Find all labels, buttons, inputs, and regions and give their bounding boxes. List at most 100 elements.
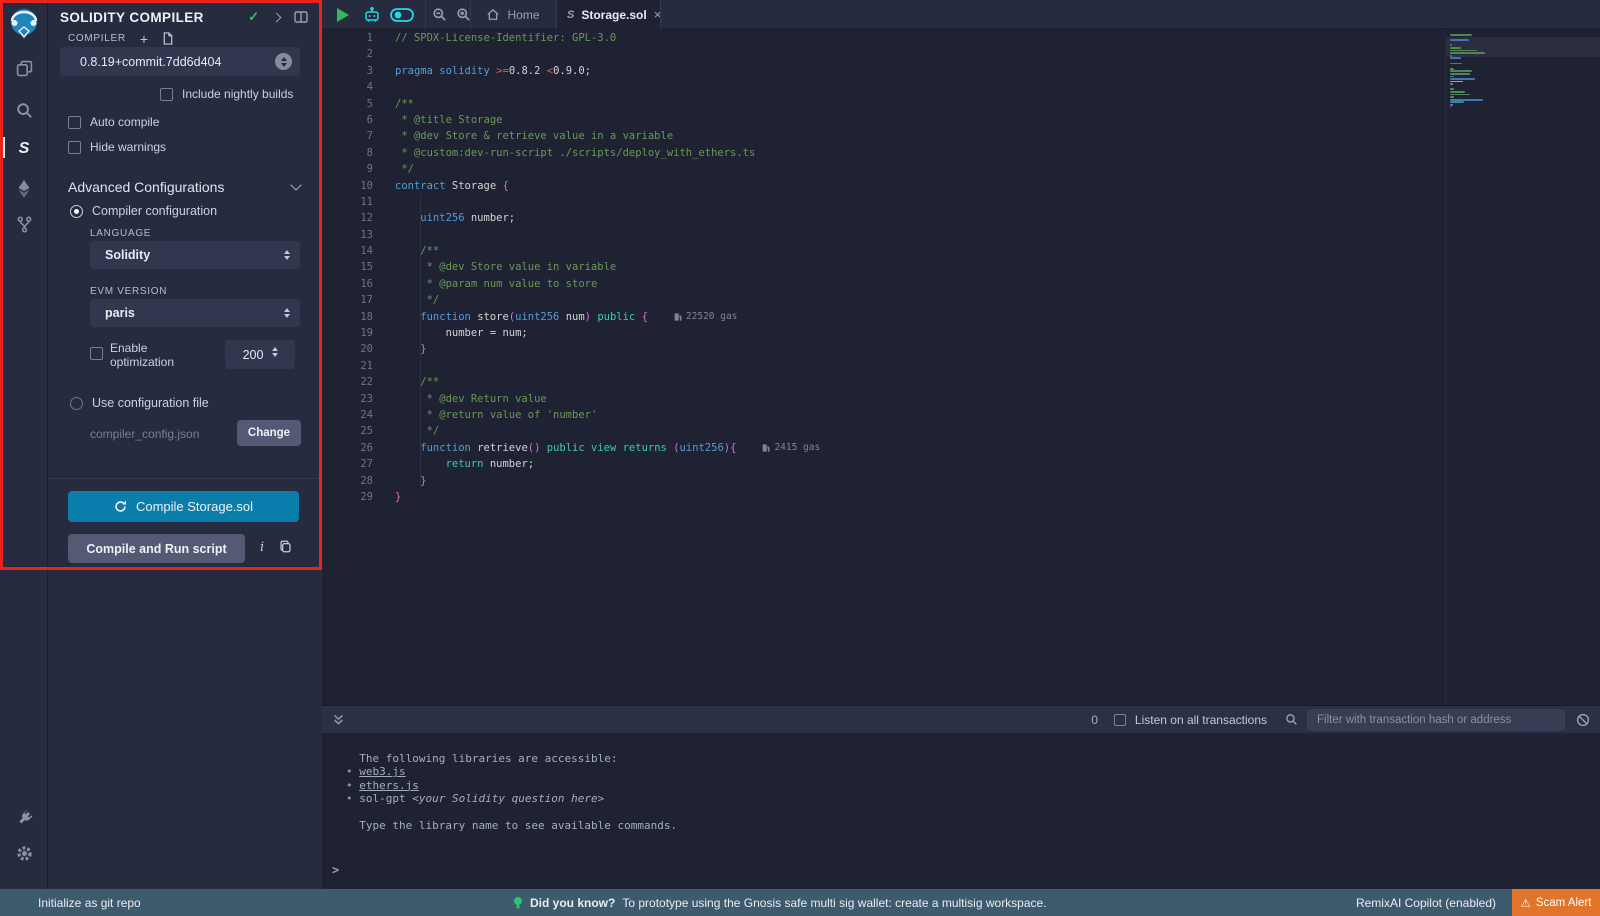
code-line[interactable]: */ — [395, 292, 1440, 308]
panel-header: SOLIDITY COMPILER ✓ — [60, 6, 308, 28]
enable-optimization-label: Enable optimization — [110, 341, 205, 369]
auto-compile-checkbox[interactable] — [68, 116, 81, 129]
compiler-version-select[interactable]: 0.8.19+commit.7dd6d404 — [60, 47, 300, 76]
git-icon[interactable] — [0, 211, 48, 237]
remix-logo[interactable] — [8, 7, 40, 39]
info-icon[interactable]: i — [260, 540, 264, 555]
code-line[interactable] — [395, 46, 1440, 62]
code-line[interactable]: * @return value of 'number' — [395, 407, 1440, 423]
code-line[interactable]: */ — [395, 161, 1440, 177]
minimap-line — [1450, 91, 1465, 93]
code-line[interactable]: * @param num value to store — [395, 276, 1440, 292]
change-config-button[interactable]: Change — [237, 420, 301, 446]
plugin-manager-icon[interactable] — [0, 804, 48, 830]
terminal-line: • web3.js — [346, 765, 1600, 778]
line-number: 12 — [322, 210, 373, 226]
code-line[interactable]: /** — [395, 96, 1440, 112]
code-line[interactable]: function retrieve() public view returns … — [395, 440, 1440, 456]
status-git-message[interactable]: Initialize as git repo — [38, 889, 141, 916]
copilot-status[interactable]: RemixAI Copilot (enabled) — [1356, 889, 1496, 916]
clear-console-icon[interactable] — [1576, 713, 1590, 727]
enable-optimization-checkbox[interactable] — [90, 347, 103, 360]
gas-estimate: 22520 gas — [674, 309, 737, 325]
code-line[interactable] — [395, 358, 1440, 374]
listen-transactions-label: Listen on all transactions — [1135, 713, 1267, 727]
file-explorer-icon[interactable] — [0, 55, 48, 81]
code-line[interactable]: // SPDX-License-Identifier: GPL-3.0 — [395, 30, 1440, 46]
deploy-run-icon[interactable] — [0, 176, 48, 202]
settings-gear-icon[interactable] — [0, 840, 48, 866]
minimap-line — [1450, 70, 1472, 72]
runs-stepper-icon[interactable] — [272, 347, 278, 357]
optimization-runs-input[interactable] — [225, 340, 295, 369]
tab-home[interactable]: Home — [470, 0, 556, 29]
ai-robot-icon[interactable] — [360, 0, 384, 29]
line-number: 28 — [322, 473, 373, 489]
code-line[interactable]: function store(uint256 num) public {2252… — [395, 309, 1440, 325]
panel-title: SOLIDITY COMPILER — [60, 10, 204, 25]
code-line[interactable] — [395, 79, 1440, 95]
code-line[interactable]: * @dev Store value in variable — [395, 259, 1440, 275]
icon-rail: S — [0, 0, 48, 889]
code-line[interactable]: pragma solidity >=0.8.2 <0.9.0; — [395, 63, 1440, 79]
chevron-right-icon[interactable] — [272, 12, 282, 22]
code-line[interactable]: } — [395, 341, 1440, 357]
evm-version-select[interactable]: paris — [90, 299, 300, 327]
run-script-button[interactable] — [334, 0, 352, 29]
advanced-configurations-header[interactable]: Advanced Configurations — [68, 179, 300, 195]
zoom-out-icon[interactable] — [428, 0, 450, 29]
minimap-line — [1450, 39, 1469, 41]
minimap-line — [1450, 96, 1454, 98]
minimap-line — [1450, 101, 1464, 103]
search-icon[interactable] — [0, 97, 48, 123]
terminal-search-icon[interactable] — [1285, 713, 1298, 726]
code-line[interactable]: contract Storage { — [395, 178, 1440, 194]
code-line[interactable]: /** — [395, 374, 1440, 390]
code-line[interactable]: } — [395, 489, 1440, 505]
code-line[interactable]: */ — [395, 423, 1440, 439]
code-line[interactable]: number = num; — [395, 325, 1440, 341]
code-line[interactable]: * @dev Return value — [395, 391, 1440, 407]
split-panel-icon[interactable] — [294, 11, 308, 23]
line-number: 27 — [322, 456, 373, 472]
code-line[interactable]: uint256 number; — [395, 210, 1440, 226]
compile-and-run-button[interactable]: Compile and Run script — [68, 534, 245, 563]
terminal-expand-icon[interactable] — [332, 713, 345, 726]
compiler-configuration-radio[interactable] — [70, 205, 83, 218]
use-configuration-file-radio[interactable] — [70, 397, 83, 410]
line-number: 6 — [322, 112, 373, 128]
minimap-line — [1450, 63, 1462, 65]
add-compiler-icon[interactable]: + — [140, 34, 148, 44]
scam-alert-button[interactable]: ⚠ Scam Alert — [1512, 889, 1600, 916]
hide-warnings-checkbox[interactable] — [68, 141, 81, 154]
code-line[interactable] — [395, 194, 1440, 210]
code-line[interactable]: * @title Storage — [395, 112, 1440, 128]
compile-button[interactable]: Compile Storage.sol — [68, 491, 299, 522]
tab-storage-sol[interactable]: S Storage.sol × — [557, 0, 660, 29]
code-area[interactable]: // SPDX-License-Identifier: GPL-3.0 pragm… — [395, 30, 1440, 505]
code-line[interactable]: return number; — [395, 456, 1440, 472]
copy-icon[interactable] — [279, 540, 292, 553]
minimap[interactable] — [1445, 29, 1600, 705]
language-select[interactable]: Solidity — [90, 241, 300, 269]
use-configuration-file-label: Use configuration file — [92, 396, 209, 410]
code-line[interactable] — [395, 227, 1440, 243]
code-line[interactable]: } — [395, 473, 1440, 489]
code-editor[interactable]: 1234567891011121314151617181920212223242… — [322, 29, 1600, 705]
code-line[interactable]: /** — [395, 243, 1440, 259]
include-nightly-checkbox[interactable] — [160, 88, 173, 101]
chevron-down-icon — [290, 179, 301, 190]
copilot-toggle[interactable] — [388, 0, 416, 29]
terminal-link[interactable]: web3.js — [359, 765, 405, 778]
terminal-link[interactable]: ethers.js — [359, 779, 419, 792]
terminal-prompt[interactable]: > — [332, 864, 339, 877]
code-line[interactable]: * @custom:dev-run-script ./scripts/deplo… — [395, 145, 1440, 161]
open-file-icon[interactable] — [162, 32, 174, 45]
line-number: 13 — [322, 227, 373, 243]
code-line[interactable]: * @dev Store & retrieve value in a varia… — [395, 128, 1440, 144]
compiler-configuration-row: Compiler configuration — [70, 204, 217, 218]
evm-version-value: paris — [105, 306, 135, 320]
solidity-compiler-icon[interactable]: S — [0, 136, 48, 162]
transaction-filter-input[interactable] — [1307, 709, 1565, 731]
listen-transactions-checkbox[interactable] — [1114, 714, 1126, 726]
